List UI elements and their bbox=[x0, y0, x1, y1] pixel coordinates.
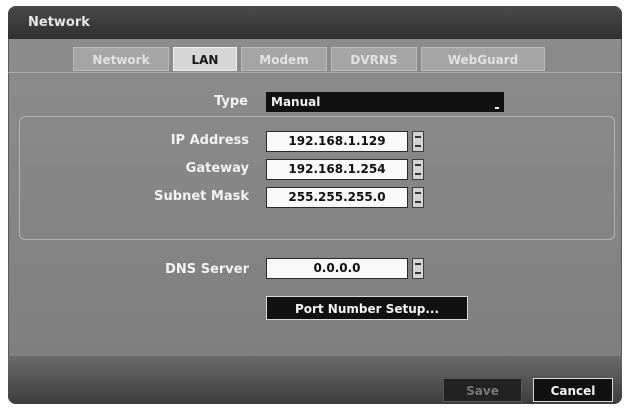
footer-bar bbox=[8, 356, 622, 404]
gateway-field[interactable]: 192.168.1.254 bbox=[266, 159, 408, 180]
chevron-down-icon bbox=[495, 107, 499, 109]
dns-server-spinner[interactable] bbox=[412, 258, 424, 279]
tab-modem[interactable]: Modem bbox=[241, 47, 327, 71]
tab-webguard[interactable]: WebGuard bbox=[421, 47, 545, 71]
save-button[interactable]: Save bbox=[443, 378, 522, 402]
ip-address-field[interactable]: 192.168.1.129 bbox=[266, 131, 408, 152]
tab-lan[interactable]: LAN bbox=[173, 47, 237, 71]
subnet-mask-label: Subnet Mask bbox=[154, 189, 249, 204]
type-select[interactable]: Manual bbox=[266, 92, 504, 112]
subnet-mask-field[interactable]: 255.255.255.0 bbox=[266, 187, 408, 208]
port-number-setup-button[interactable]: Port Number Setup... bbox=[266, 296, 468, 320]
window-title: Network bbox=[28, 15, 90, 30]
dns-server-field[interactable]: 0.0.0.0 bbox=[266, 258, 408, 279]
subnet-mask-spinner[interactable] bbox=[412, 187, 424, 208]
gateway-spinner[interactable] bbox=[412, 159, 424, 180]
tab-divider bbox=[8, 72, 622, 73]
dns-server-label: DNS Server bbox=[165, 262, 249, 277]
type-value: Manual bbox=[271, 95, 321, 109]
tab-bar: Network LAN Modem DVRNS WebGuard bbox=[73, 47, 545, 73]
gateway-label: Gateway bbox=[185, 161, 249, 176]
network-settings-window: Network Network LAN Modem DVRNS WebGuard… bbox=[8, 6, 622, 404]
ip-address-spinner[interactable] bbox=[412, 131, 424, 152]
ip-address-label: IP Address bbox=[170, 133, 249, 148]
tab-network[interactable]: Network bbox=[73, 47, 169, 71]
cancel-button[interactable]: Cancel bbox=[533, 378, 613, 402]
type-label: Type bbox=[214, 94, 248, 109]
title-bar: Network bbox=[8, 6, 622, 39]
tab-dvrns[interactable]: DVRNS bbox=[331, 47, 417, 71]
